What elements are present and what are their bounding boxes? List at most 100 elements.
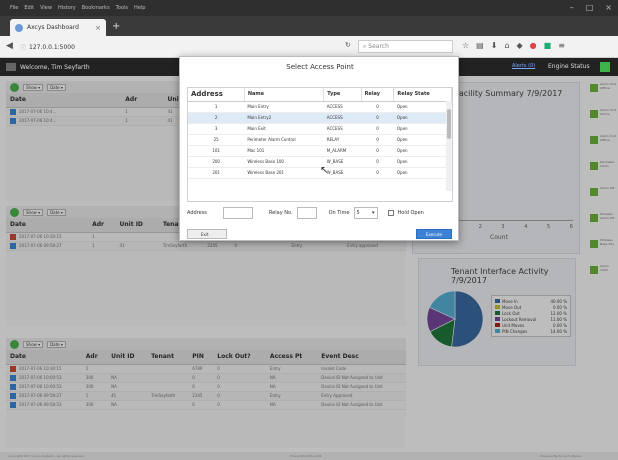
table-cell: Perimeter Alarm Control (244, 134, 324, 146)
browser-menu: File Edit View History Bookmarks Tools Help (10, 5, 145, 11)
table-cell: 2 (188, 112, 245, 124)
welcome-text: Welcome, Tim Seyfarth (20, 64, 90, 71)
addon-icon[interactable]: ■ (544, 41, 552, 50)
engine-status-label: Engine Status (548, 63, 590, 70)
table-cell: Open (393, 145, 452, 157)
back-icon[interactable]: ◀ (6, 41, 13, 51)
close-window-icon[interactable]: × (605, 3, 612, 12)
search-icon: ⌕ (363, 43, 367, 50)
engine-status-indicator (600, 62, 610, 72)
access-form-row: Address Relay No. On Time 5 ▾ Hold Open (187, 207, 424, 219)
menu-item[interactable]: Edit (24, 5, 34, 11)
execute-button[interactable]: Execute (416, 229, 452, 239)
select-access-point-modal: Select Access Point Address Name Type Relay… (179, 56, 459, 241)
table-cell: 1 (188, 101, 245, 113)
address-input[interactable] (222, 207, 253, 219)
url-text: 127.0.0.1:5000 (29, 43, 75, 51)
alerts-link[interactable]: Alerts (0) (512, 63, 535, 69)
exit-button[interactable]: Exit (187, 229, 227, 239)
table-cell: RELAY (323, 134, 362, 146)
hold-open-checkbox[interactable] (387, 210, 394, 216)
access-point-row[interactable]: 25 Perimeter Alarm Control RELAY 0 Open (188, 134, 452, 146)
reload-icon[interactable]: ↻ (345, 41, 351, 49)
table-scrollbar[interactable] (446, 101, 452, 191)
table-cell: 0 (361, 112, 394, 124)
menu-icon[interactable]: ≡ (558, 41, 565, 50)
column-header[interactable]: Name (244, 88, 325, 102)
menu-item[interactable]: Tools (116, 5, 128, 11)
extensions-icon[interactable]: ● (530, 41, 537, 50)
table-cell: Main Exit (244, 123, 324, 135)
url-bar[interactable]: ⓘ 127.0.0.1:5000 (20, 41, 350, 53)
maximize-icon[interactable]: □ (586, 3, 594, 12)
menu-item[interactable]: File (10, 5, 18, 11)
browser-tab-strip: Axcys Dashboard × + (0, 16, 618, 36)
table-cell: 0 (361, 123, 394, 135)
favicon-icon (15, 23, 23, 32)
column-header[interactable]: Relay (361, 88, 395, 102)
info-icon: ⓘ (20, 44, 27, 52)
menu-item[interactable]: View (40, 5, 52, 11)
table-cell: Open (393, 101, 452, 113)
table-cell: Wireless Base 201 (244, 167, 324, 179)
table-cell: Wireless Base 100 (244, 156, 324, 168)
tab-title: Axcys Dashboard (27, 24, 79, 31)
table-cell: Open (393, 167, 452, 179)
star-icon[interactable]: ☆ (462, 41, 469, 50)
table-cell: Open (393, 112, 452, 124)
address-label: Address (187, 210, 207, 216)
access-point-row[interactable]: 3 Main Exit ACCESS 0 Open (188, 123, 452, 135)
access-point-row[interactable]: 2 Main Entry2 ACCESS 0 Open (188, 112, 452, 124)
browser-menubar: File Edit View History Bookmarks Tools Help – … (0, 0, 618, 16)
column-header[interactable]: Relay State (393, 88, 452, 102)
browser-toolbar: ☆ ▤ ⬇ ⌂ ◆ ● ■ ≡ (462, 41, 565, 50)
browser-navbar: ◀ ⓘ 127.0.0.1:5000 ↻ ⌕ Search ☆ ▤ ⬇ ⌂ ◆ … (0, 36, 618, 58)
table-cell: 0 (361, 134, 394, 146)
table-cell: W_BASE (323, 156, 362, 168)
table-cell: 0 (361, 145, 394, 157)
grid-icon[interactable] (6, 63, 16, 71)
reading-list-icon[interactable]: ▤ (476, 41, 484, 50)
access-point-row[interactable]: 101 Mac 101 M_ALARM 0 Open (188, 145, 452, 157)
close-tab-icon[interactable]: × (95, 24, 101, 32)
table-cell: Open (393, 134, 452, 146)
menu-item[interactable]: Help (134, 5, 145, 11)
access-point-row[interactable]: 1 Main Entry ACCESS 0 Open (188, 101, 452, 113)
table-cell: Open (393, 123, 452, 135)
table-cell: 0 (361, 156, 394, 168)
column-header[interactable]: Address (188, 88, 245, 102)
home-icon[interactable]: ⌂ (504, 41, 509, 50)
table-cell: M_ALARM (323, 145, 362, 157)
mouse-cursor-icon: ↖ (320, 165, 329, 176)
chevron-down-icon: ▾ (371, 210, 375, 216)
download-icon[interactable]: ⬇ (491, 41, 498, 50)
column-header[interactable]: Type (323, 88, 362, 102)
minimize-icon[interactable]: – (570, 3, 574, 12)
ontime-select[interactable]: 5 ▾ (353, 207, 378, 219)
new-tab-icon[interactable]: + (112, 21, 120, 32)
menu-item[interactable]: History (58, 5, 76, 11)
access-point-table: Address Name Type Relay Relay State 1 Main En… (187, 87, 453, 202)
browser-tab[interactable]: Axcys Dashboard × (10, 19, 106, 36)
table-cell: ACCESS (323, 123, 362, 135)
shield-icon[interactable]: ◆ (517, 41, 523, 50)
window-controls: – □ × (570, 3, 612, 12)
table-cell: Mac 101 (244, 145, 324, 157)
table-cell: ACCESS (323, 101, 362, 113)
table-cell: 25 (188, 134, 245, 146)
table-cell: Main Entry (244, 101, 324, 113)
table-cell: 0 (361, 167, 394, 179)
table-cell: Open (393, 156, 452, 168)
table-cell: Main Entry2 (244, 112, 324, 124)
table-cell: W_BASE (323, 167, 362, 179)
ontime-label: On Time (328, 210, 350, 216)
table-cell: 200 (188, 156, 245, 168)
table-cell: 101 (188, 145, 245, 157)
scrollbar-thumb[interactable] (447, 109, 451, 139)
search-input[interactable]: ⌕ Search (358, 40, 453, 53)
table-cell: ACCESS (323, 112, 362, 124)
ontime-value: 5 (356, 210, 360, 216)
relay-input[interactable] (296, 207, 317, 219)
table-cell: 0 (361, 101, 394, 113)
menu-item[interactable]: Bookmarks (82, 5, 110, 11)
